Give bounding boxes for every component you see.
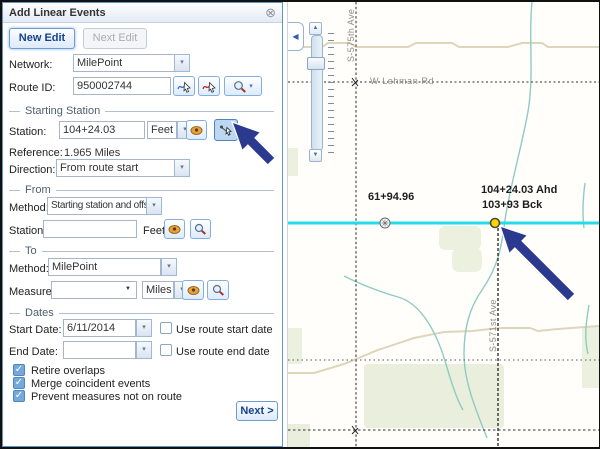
close-icon[interactable]: ⊗: [265, 6, 276, 19]
from-header: From: [20, 184, 56, 196]
reference-marker-symbol: [380, 218, 390, 228]
use-route-end-date-label: Use route end date: [176, 343, 270, 361]
collapse-left-icon: ◀: [292, 32, 298, 41]
panel-title: Add Linear Events: [9, 7, 106, 19]
zoom-in-button[interactable]: ▲: [309, 22, 322, 35]
to-section: To: [9, 245, 274, 257]
direction-select[interactable]: From route start: [56, 159, 175, 177]
route-select-icon: [177, 80, 192, 93]
station-label: Station:: [9, 123, 46, 141]
slider-down-icon: ▼: [313, 152, 319, 158]
route-id-label: Route ID:: [9, 79, 55, 97]
from-section: From: [9, 184, 274, 196]
end-date-label: End Date:: [9, 343, 58, 361]
check-icon: ✓: [15, 377, 23, 388]
dates-header: Dates: [20, 307, 59, 319]
prevent-measures-checkbox[interactable]: ✓: [13, 390, 25, 402]
from-measure-button[interactable]: [164, 219, 185, 239]
check-icon: ✓: [15, 390, 23, 401]
station-ahead-label: 104+24.03 Ahd: [481, 184, 557, 196]
route-measure-icon: [168, 224, 181, 235]
zoom-slider-ticks: [328, 33, 334, 159]
measure-units-select[interactable]: Miles: [142, 281, 174, 299]
from-search-button[interactable]: [190, 219, 211, 239]
from-station-units: Feet: [143, 222, 165, 240]
measure-label: Measure:: [9, 283, 55, 301]
start-date-label: Start Date:: [9, 321, 62, 339]
dates-section: Dates: [9, 307, 274, 319]
use-route-start-date-checkbox[interactable]: [160, 322, 172, 334]
search-dropdown-icon: ▾: [249, 82, 253, 90]
prevent-measures-label: Prevent measures not on route: [31, 388, 182, 406]
next-edit-button[interactable]: Next Edit: [83, 28, 147, 49]
add-linear-events-panel: Add Linear Events ⊗ New Edit Next Edit N…: [2, 2, 283, 447]
use-route-end-date-checkbox[interactable]: [160, 344, 172, 356]
road-label-571st: S-571st Ave: [488, 299, 498, 352]
start-date-input[interactable]: 6/11/2014: [63, 319, 136, 337]
from-station-label: Station:: [9, 222, 46, 240]
clear-route-selection-button[interactable]: [198, 76, 220, 96]
station-measure-button[interactable]: [186, 120, 207, 140]
from-station-input[interactable]: [43, 220, 137, 238]
app-content: Add Linear Events ⊗ New Edit Next Edit N…: [2, 2, 598, 447]
from-method-dropdown-icon[interactable]: ▾: [146, 197, 162, 215]
direction-label: Direction:: [9, 161, 55, 179]
end-date-dropdown-icon[interactable]: ▾: [136, 341, 152, 359]
select-route-on-map-button[interactable]: [173, 76, 195, 96]
new-edit-button[interactable]: New Edit: [9, 28, 75, 49]
slider-up-icon: ▲: [313, 25, 319, 31]
pick-station-on-map-button[interactable]: [214, 119, 238, 141]
road-label-lehman: W Lehman Rd: [370, 76, 434, 86]
from-method-select[interactable]: Starting station and offset: [47, 197, 147, 215]
collapse-panel-button[interactable]: ◀: [288, 22, 304, 51]
check-icon: ✓: [15, 364, 23, 375]
basemap: [288, 2, 599, 447]
search-icon: [212, 284, 225, 296]
pick-station-icon: [219, 124, 233, 137]
route-measure-icon: [187, 285, 200, 296]
search-icon: [194, 223, 207, 235]
app-window: Add Linear Events ⊗ New Edit Next Edit N…: [0, 0, 600, 449]
end-date-input[interactable]: [63, 341, 136, 359]
reference-marker-label: 61+94.96: [368, 191, 414, 203]
merge-coincident-events-checkbox[interactable]: ✓: [13, 377, 25, 389]
starting-station-section: Starting Station: [9, 105, 274, 117]
to-method-select[interactable]: MilePoint: [48, 258, 161, 276]
measure-combo-arrow-icon[interactable]: ▼: [125, 286, 131, 292]
panel-titlebar: Add Linear Events ⊗: [3, 3, 282, 23]
station-back-label: 103+93 Bck: [482, 199, 542, 211]
use-route-start-date-label: Use route start date: [176, 321, 273, 339]
starting-station-header: Starting Station: [20, 105, 105, 117]
route-id-input[interactable]: 950002744: [73, 77, 171, 95]
search-icon: [233, 80, 247, 93]
road-label-575th: S-575th Ave: [346, 9, 356, 62]
zoom-slider-track[interactable]: [311, 35, 323, 151]
zoom-slider-thumb[interactable]: [307, 57, 325, 70]
direction-dropdown-icon[interactable]: ▾: [174, 159, 190, 177]
network-dropdown-icon[interactable]: ▾: [174, 54, 190, 72]
selected-station-point: [491, 219, 500, 228]
station-units-select[interactable]: Feet: [147, 121, 177, 139]
route-search-button[interactable]: ▾: [224, 76, 262, 96]
to-method-dropdown-icon[interactable]: ▾: [161, 258, 177, 276]
to-method-label: Method:: [9, 260, 49, 278]
measure-button[interactable]: [182, 280, 204, 300]
network-select[interactable]: MilePoint: [73, 54, 175, 72]
zoom-out-button[interactable]: ▼: [309, 149, 322, 162]
network-label: Network:: [9, 56, 52, 74]
start-date-dropdown-icon[interactable]: ▾: [136, 319, 152, 337]
to-header: To: [20, 245, 42, 257]
map-view[interactable]: 61+94.96 104+24.03 Ahd 103+93 Bck W Lehm…: [287, 2, 599, 447]
route-clear-icon: [202, 80, 217, 93]
measure-search-button[interactable]: [207, 280, 229, 300]
station-input[interactable]: 104+24.03: [59, 121, 145, 139]
reference-label: Reference:: [9, 144, 63, 162]
retire-overlaps-checkbox[interactable]: ✓: [13, 364, 25, 376]
next-button[interactable]: Next >: [236, 401, 278, 421]
route-measure-icon: [190, 125, 203, 136]
from-method-label: Method:: [9, 199, 49, 217]
